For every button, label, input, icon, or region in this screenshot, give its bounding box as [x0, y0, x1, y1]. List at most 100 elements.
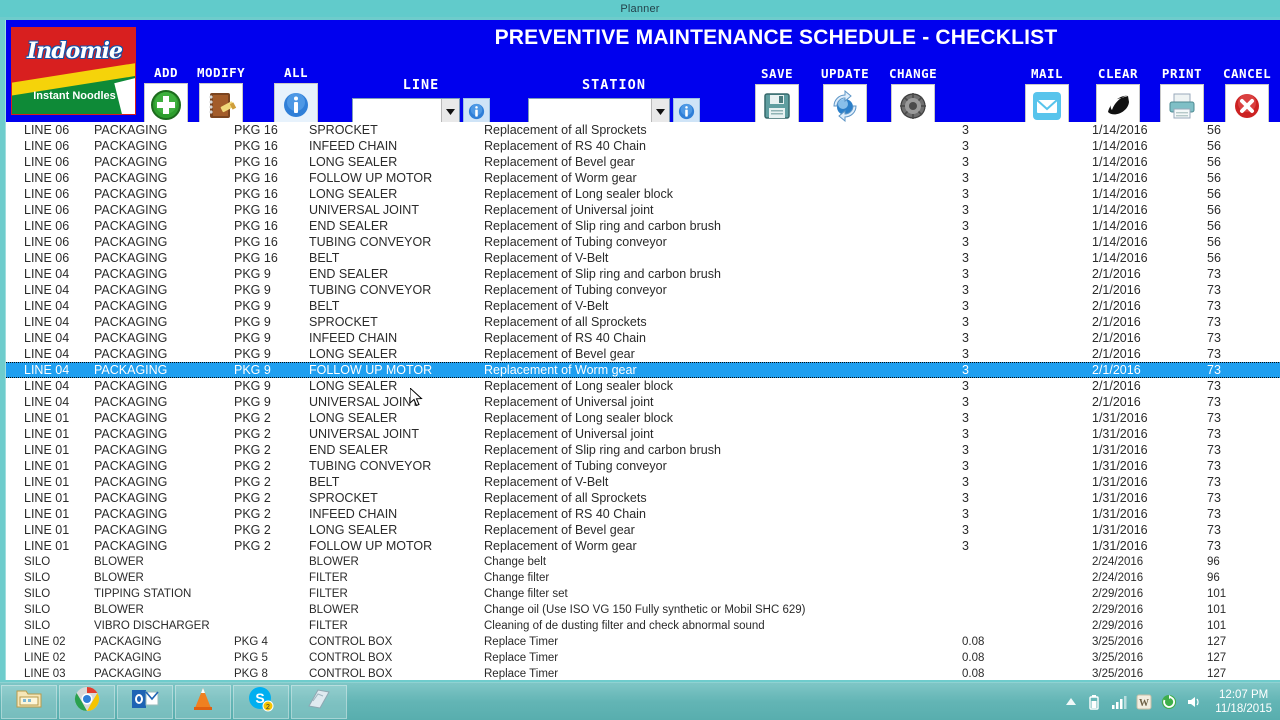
taskbar-planner-button[interactable] [291, 684, 347, 719]
cell-qty: 3 [962, 283, 969, 297]
battery-icon[interactable] [1086, 694, 1102, 710]
cell-pkg: PKG 2 [234, 475, 271, 489]
table-row[interactable]: LINE 04 PACKAGING PKG 9 LONG SEALER Replacem… [6, 346, 1280, 362]
table-row[interactable]: LINE 06 PACKAGING PKG 16 LONG SEALER Replace… [6, 154, 1280, 170]
cell-desc: Change oil (Use ISO VG 150 Fully synthet… [484, 604, 806, 616]
mail-button[interactable]: MAIL [1025, 66, 1069, 128]
station-info-icon[interactable] [673, 98, 700, 125]
cell-date: 1/31/2016 [1092, 491, 1148, 505]
table-row[interactable]: LINE 01 PACKAGING PKG 2 LONG SEALER Replacem… [6, 522, 1280, 538]
table-row[interactable]: LINE 04 PACKAGING PKG 9 BELT Replacement of … [6, 298, 1280, 314]
table-row[interactable]: LINE 04 PACKAGING PKG 9 END SEALER Replaceme… [6, 266, 1280, 282]
table-row[interactable]: SILO TIPPING STATION FILTER Change filter s… [6, 586, 1280, 602]
w-app-icon[interactable]: W [1136, 694, 1152, 710]
cell-line: LINE 01 [24, 523, 70, 537]
cancel-button[interactable]: CANCEL [1223, 66, 1271, 128]
cell-desc: Replace Timer [484, 652, 559, 664]
cell-part: FILTER [309, 588, 348, 600]
table-row[interactable]: SILO BLOWER BLOWER Change belt 2/24/2016 96 [6, 554, 1280, 570]
table-row[interactable]: LINE 04 PACKAGING PKG 9 TUBING CONVEYOR Repl… [6, 282, 1280, 298]
table-row[interactable]: LINE 02 PACKAGING PKG 5 CONTROL BOX Replace … [6, 650, 1280, 666]
volume-icon[interactable] [1186, 695, 1202, 709]
chevron-down-icon[interactable] [441, 99, 459, 124]
change-button[interactable]: CHANGE [889, 66, 937, 128]
chevron-down-icon[interactable] [651, 99, 669, 124]
table-row[interactable]: LINE 01 PACKAGING PKG 2 INFEED CHAIN Replace… [6, 506, 1280, 522]
table-row[interactable]: LINE 06 PACKAGING PKG 16 UNIVERSAL JOINT Rep… [6, 202, 1280, 218]
line-info-icon[interactable] [463, 98, 490, 125]
show-hidden-icons-icon[interactable] [1065, 697, 1077, 707]
table-row[interactable]: LINE 01 PACKAGING PKG 2 END SEALER Replaceme… [6, 442, 1280, 458]
table-row[interactable]: LINE 06 PACKAGING PKG 16 SPROCKET Replacemen… [6, 122, 1280, 138]
taskbar-clock[interactable]: 12:07 PM 11/18/2015 [1215, 688, 1272, 716]
save-button-label: SAVE [760, 66, 794, 81]
clock-date: 11/18/2015 [1215, 702, 1272, 715]
table-row[interactable]: LINE 06 PACKAGING PKG 16 TUBING CONVEYOR Rep… [6, 234, 1280, 250]
table-row[interactable]: LINE 01 PACKAGING PKG 2 TUBING CONVEYOR Repl… [6, 458, 1280, 474]
table-row[interactable]: LINE 04 PACKAGING PKG 9 UNIVERSAL JOINT Repl… [6, 394, 1280, 410]
clear-button[interactable]: CLEAR [1096, 66, 1140, 128]
save-button[interactable]: SAVE [755, 66, 799, 128]
table-row[interactable]: LINE 06 PACKAGING PKG 16 BELT Replacement of… [6, 250, 1280, 266]
table-row[interactable]: LINE 02 PACKAGING PKG 4 CONTROL BOX Replace … [6, 634, 1280, 650]
cell-line: LINE 06 [24, 235, 70, 249]
station-select[interactable] [528, 98, 670, 125]
cell-date: 3/25/2016 [1092, 636, 1144, 648]
taskbar-file-explorer-button[interactable] [1, 684, 57, 719]
update-button[interactable]: UPDATE [821, 66, 869, 128]
all-button[interactable]: ALL [274, 65, 318, 127]
info-icon [274, 83, 318, 127]
cell-line: SILO [24, 556, 51, 568]
table-row[interactable]: LINE 06 PACKAGING PKG 16 FOLLOW UP MOTOR Rep… [6, 170, 1280, 186]
cell-date: 2/29/2016 [1092, 604, 1144, 616]
cell-qty: 3 [962, 395, 969, 409]
cell-qty: 3 [962, 459, 969, 473]
table-row[interactable]: LINE 04 PACKAGING PKG 9 SPROCKET Replacement… [6, 314, 1280, 330]
cell-desc: Replacement of V-Belt [484, 299, 609, 313]
table-row[interactable]: LINE 04 PACKAGING PKG 9 FOLLOW UP MOTOR Repl… [6, 362, 1280, 378]
table-row[interactable]: LINE 06 PACKAGING PKG 16 END SEALER Replacem… [6, 218, 1280, 234]
cell-date: 2/1/2016 [1092, 315, 1141, 329]
table-row[interactable]: SILO BLOWER FILTER Change filter 2/24/2016 96 [6, 570, 1280, 586]
taskbar-chrome-button[interactable] [59, 684, 115, 719]
table-row[interactable]: SILO VIBRO DISCHARGER FILTER Cleaning of de… [6, 618, 1280, 634]
cell-pkg: PKG 16 [234, 155, 278, 169]
signal-bars-icon[interactable] [1111, 695, 1127, 709]
taskbar[interactable]: S 2 W 12:07 PM 11/18/2015 [0, 682, 1280, 720]
line-select[interactable] [352, 98, 460, 125]
table-row[interactable]: LINE 03 PACKAGING PKG 8 CONTROL BOX Replace … [6, 666, 1280, 680]
print-button[interactable]: PRINT [1160, 66, 1204, 128]
table-row[interactable]: LINE 01 PACKAGING PKG 2 UNIVERSAL JOINT Repl… [6, 426, 1280, 442]
cell-section: PACKAGING [94, 235, 168, 249]
cell-desc: Replacement of Worm gear [484, 171, 637, 185]
table-row[interactable]: LINE 01 PACKAGING PKG 2 LONG SEALER Replacem… [6, 410, 1280, 426]
add-button[interactable]: ADD [144, 65, 188, 127]
cell-line: LINE 01 [24, 427, 70, 441]
cell-date: 2/1/2016 [1092, 395, 1141, 409]
table-row[interactable]: LINE 04 PACKAGING PKG 9 LONG SEALER Replacem… [6, 378, 1280, 394]
cell-pkg: PKG 9 [234, 299, 271, 313]
change-button-label: CHANGE [889, 66, 938, 81]
schedule-grid[interactable]: LINE 06 PACKAGING PKG 16 SPROCKET Replacemen… [6, 122, 1280, 680]
mouse-cursor [409, 386, 424, 413]
taskbar-outlook-button[interactable] [117, 684, 173, 719]
window-title: Planner [620, 2, 660, 15]
sync-icon[interactable] [1161, 694, 1177, 710]
table-row[interactable]: LINE 04 PACKAGING PKG 9 INFEED CHAIN Replace… [6, 330, 1280, 346]
taskbar-vlc-button[interactable] [175, 684, 231, 719]
logo-brand-text: Indomie [27, 38, 123, 64]
cell-date: 2/1/2016 [1092, 331, 1141, 345]
cell-section: PACKAGING [94, 395, 168, 409]
modify-button[interactable]: MODIFY [197, 65, 245, 127]
cell-desc: Replacement of Slip ring and carbon brus… [484, 219, 721, 233]
table-row[interactable]: LINE 06 PACKAGING PKG 16 LONG SEALER Replace… [6, 186, 1280, 202]
table-row[interactable]: LINE 06 PACKAGING PKG 16 INFEED CHAIN Replac… [6, 138, 1280, 154]
station-filter-label: STATION [582, 77, 646, 93]
table-row[interactable]: LINE 01 PACKAGING PKG 2 BELT Replacement of … [6, 474, 1280, 490]
cell-line: LINE 06 [24, 251, 70, 265]
table-row[interactable]: LINE 01 PACKAGING PKG 2 FOLLOW UP MOTOR Repl… [6, 538, 1280, 554]
file-explorer-icon [15, 687, 43, 716]
table-row[interactable]: LINE 01 PACKAGING PKG 2 SPROCKET Replacement… [6, 490, 1280, 506]
taskbar-skype-button[interactable]: S 2 [233, 684, 289, 719]
table-row[interactable]: SILO BLOWER BLOWER Change oil (Use ISO VG 1… [6, 602, 1280, 618]
